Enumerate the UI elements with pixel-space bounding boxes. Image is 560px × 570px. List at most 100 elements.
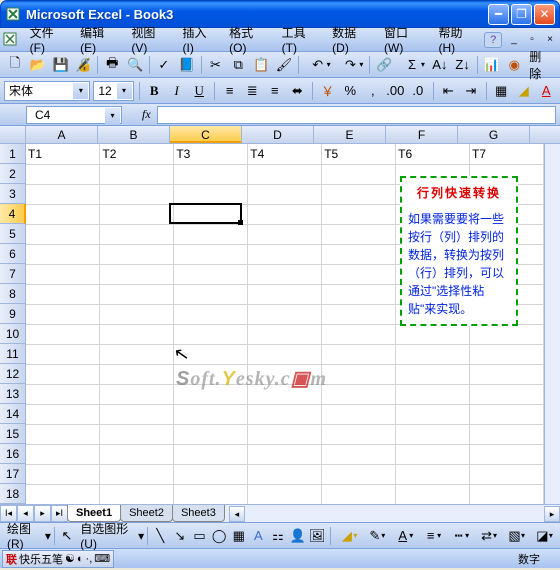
font-color-icon[interactable]: A bbox=[389, 525, 416, 547]
row-header[interactable]: 18 bbox=[0, 484, 26, 504]
line-style-icon[interactable]: ≡ bbox=[417, 525, 444, 547]
menu-view[interactable]: 视图(V) bbox=[125, 22, 176, 57]
cell[interactable] bbox=[248, 304, 322, 324]
cell[interactable] bbox=[174, 384, 248, 404]
cell[interactable] bbox=[322, 304, 396, 324]
formula-input[interactable] bbox=[157, 106, 556, 124]
cell[interactable] bbox=[248, 464, 322, 484]
draw-menu[interactable]: 绘图(R) bbox=[4, 520, 44, 551]
cell[interactable] bbox=[26, 424, 100, 444]
cell[interactable] bbox=[248, 324, 322, 344]
cell[interactable] bbox=[174, 484, 248, 504]
row-header[interactable]: 16 bbox=[0, 444, 26, 464]
textbox-icon[interactable]: ▦ bbox=[229, 525, 248, 547]
cell[interactable] bbox=[470, 344, 544, 364]
cell[interactable] bbox=[100, 464, 174, 484]
menu-file[interactable]: 文件(F) bbox=[24, 22, 75, 57]
chart-wizard-icon[interactable]: 📊 bbox=[481, 54, 503, 76]
menu-edit[interactable]: 编辑(E) bbox=[74, 22, 125, 57]
cut-icon[interactable]: ✂ bbox=[205, 54, 227, 76]
cell[interactable] bbox=[322, 324, 396, 344]
select-objects-icon[interactable]: ↖ bbox=[58, 525, 77, 547]
col-header[interactable]: A bbox=[26, 126, 98, 143]
oval-icon[interactable]: ◯ bbox=[210, 525, 229, 547]
col-header[interactable]: B bbox=[98, 126, 170, 143]
decrease-decimal-button[interactable]: .0 bbox=[408, 80, 428, 102]
cell[interactable] bbox=[100, 324, 174, 344]
permission-icon[interactable]: 🔏 bbox=[72, 54, 94, 76]
minimize-button[interactable]: ━ bbox=[488, 4, 509, 25]
cell[interactable] bbox=[26, 404, 100, 424]
cell[interactable] bbox=[248, 384, 322, 404]
cell[interactable] bbox=[396, 424, 470, 444]
cell[interactable] bbox=[322, 404, 396, 424]
line-color-icon[interactable]: ✎ bbox=[361, 525, 388, 547]
align-right-button[interactable]: ≡ bbox=[265, 80, 285, 102]
help-question-button[interactable]: ? bbox=[484, 32, 502, 48]
vertical-scrollbar[interactable] bbox=[544, 144, 560, 504]
row-header[interactable]: 5 bbox=[0, 224, 26, 244]
cell[interactable] bbox=[100, 224, 174, 244]
cell[interactable] bbox=[322, 284, 396, 304]
col-header[interactable]: C bbox=[170, 126, 242, 143]
cell[interactable] bbox=[100, 284, 174, 304]
arrow-style-icon[interactable]: ⇄ bbox=[473, 525, 500, 547]
close-button[interactable]: ✕ bbox=[534, 4, 555, 25]
row-header[interactable]: 6 bbox=[0, 244, 26, 264]
document-control-icon[interactable] bbox=[2, 31, 20, 49]
cell[interactable] bbox=[470, 424, 544, 444]
cell[interactable] bbox=[248, 204, 322, 224]
cell[interactable] bbox=[100, 184, 174, 204]
sort-asc-icon[interactable]: A↓ bbox=[429, 54, 451, 76]
cell[interactable] bbox=[248, 484, 322, 504]
merge-center-button[interactable]: ⬌ bbox=[288, 80, 308, 102]
wordart-icon[interactable]: A bbox=[249, 525, 268, 547]
font-color-button[interactable]: A bbox=[536, 80, 556, 102]
cell[interactable]: T3 bbox=[174, 144, 248, 164]
menu-insert[interactable]: 插入(I) bbox=[177, 22, 224, 57]
undo-button[interactable]: ↶ bbox=[302, 54, 334, 76]
cell[interactable] bbox=[174, 464, 248, 484]
cell[interactable] bbox=[100, 344, 174, 364]
row-header[interactable]: 13 bbox=[0, 384, 26, 404]
cell[interactable] bbox=[100, 444, 174, 464]
borders-button[interactable]: ▦ bbox=[491, 80, 511, 102]
new-icon[interactable]: 🗋 bbox=[4, 54, 26, 76]
cell[interactable] bbox=[322, 204, 396, 224]
cell[interactable] bbox=[174, 444, 248, 464]
cell[interactable] bbox=[248, 364, 322, 384]
cell[interactable] bbox=[26, 444, 100, 464]
row-header[interactable]: 11 bbox=[0, 344, 26, 364]
cell[interactable] bbox=[322, 424, 396, 444]
spelling-icon[interactable]: ✓ bbox=[153, 54, 175, 76]
horizontal-scrollbar[interactable]: ◂▸ bbox=[229, 505, 560, 522]
cell[interactable] bbox=[248, 444, 322, 464]
italic-button[interactable]: I bbox=[167, 80, 187, 102]
row-header[interactable]: 4 bbox=[0, 204, 26, 224]
cell[interactable] bbox=[396, 444, 470, 464]
cell[interactable] bbox=[26, 184, 100, 204]
row-header[interactable]: 15 bbox=[0, 424, 26, 444]
cell[interactable] bbox=[470, 464, 544, 484]
tab-last-button[interactable]: ▸I bbox=[51, 505, 68, 522]
3d-icon[interactable]: ◪ bbox=[529, 525, 556, 547]
percent-button[interactable]: % bbox=[340, 80, 360, 102]
cell[interactable] bbox=[322, 184, 396, 204]
maximize-button[interactable]: ❐ bbox=[511, 4, 532, 25]
cell[interactable] bbox=[470, 404, 544, 424]
cell[interactable] bbox=[26, 244, 100, 264]
cell[interactable] bbox=[26, 304, 100, 324]
save-icon[interactable]: 💾 bbox=[50, 54, 72, 76]
fx-label[interactable]: fx bbox=[142, 107, 151, 122]
dash-style-icon[interactable]: ┅ bbox=[445, 525, 472, 547]
row-header[interactable]: 7 bbox=[0, 264, 26, 284]
cell[interactable] bbox=[322, 384, 396, 404]
cell[interactable] bbox=[26, 344, 100, 364]
autosum-button[interactable]: Σ bbox=[396, 54, 428, 76]
cell[interactable] bbox=[248, 264, 322, 284]
cell[interactable]: T5 bbox=[322, 144, 396, 164]
cell[interactable] bbox=[26, 484, 100, 504]
cell[interactable] bbox=[174, 164, 248, 184]
col-header[interactable]: E bbox=[314, 126, 386, 143]
cell[interactable]: T2 bbox=[100, 144, 174, 164]
